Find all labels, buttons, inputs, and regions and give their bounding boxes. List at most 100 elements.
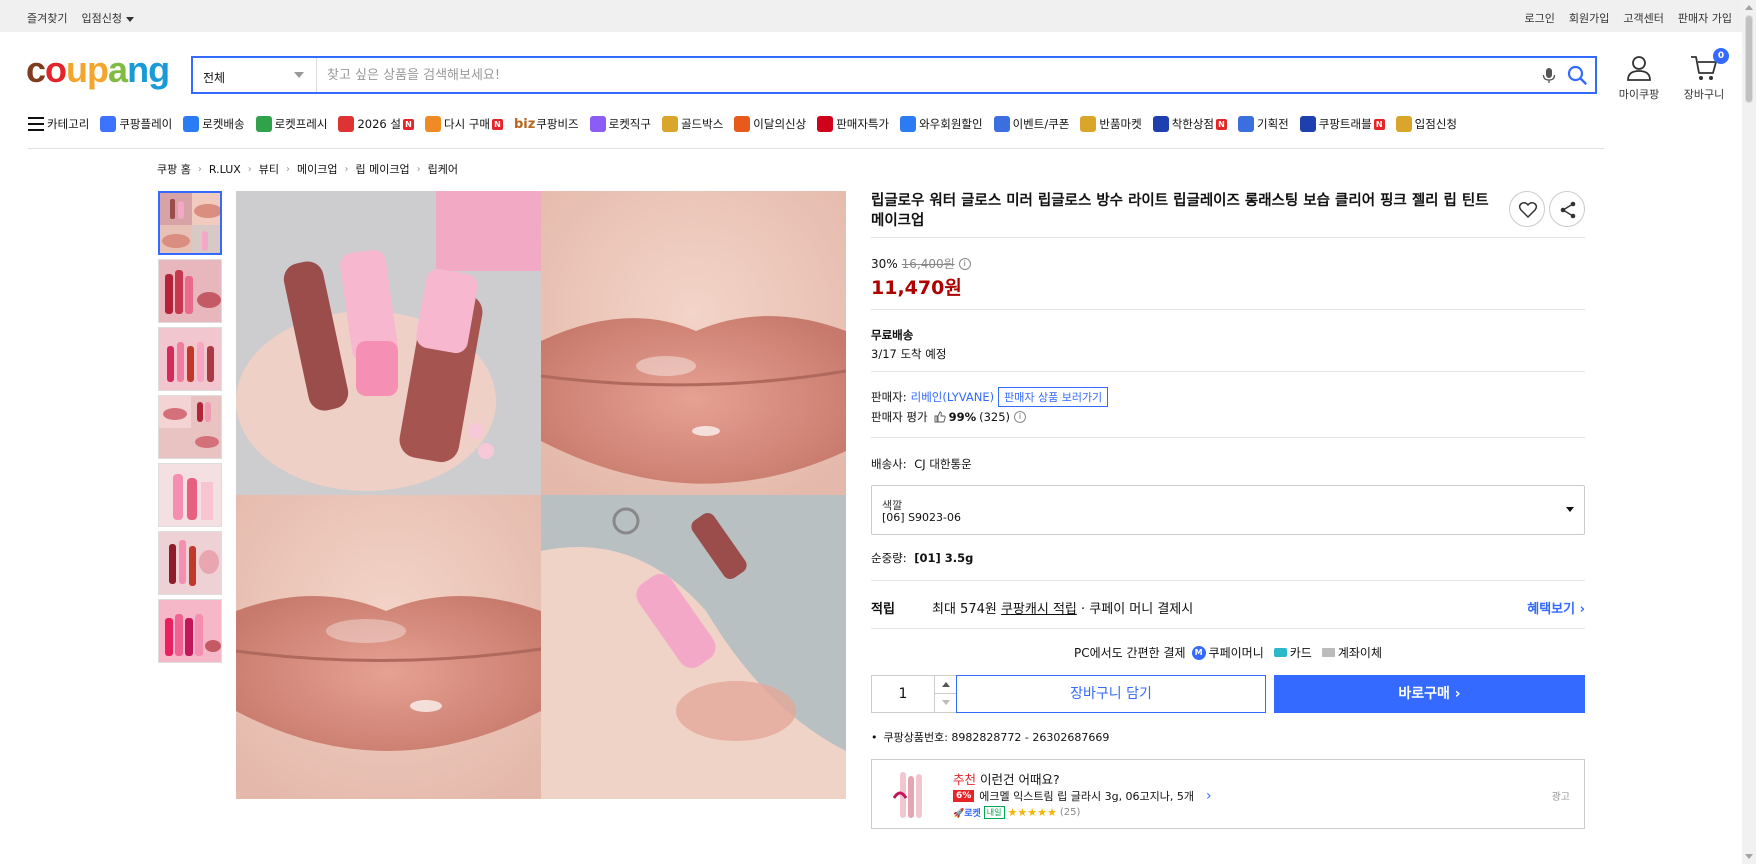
nav-item-11[interactable]: 와우회원할인 [900, 116, 983, 132]
search-category-select[interactable]: 전체 [193, 58, 317, 92]
travel-icon [1299, 116, 1316, 132]
ad-discount-badge: 6% [953, 790, 975, 802]
chevron-right-icon[interactable]: › [1206, 788, 1212, 804]
quantity-decrease-button[interactable] [934, 694, 956, 712]
seller-apply-menu[interactable]: 입점신청 [81, 10, 134, 26]
buy-now-button[interactable]: 바로구매 › [1274, 675, 1585, 713]
thumbnail-2[interactable] [158, 259, 222, 323]
ad-product-name[interactable]: 에크멜 익스트림 립 글라시 3g, 06고지나, 5개 [979, 788, 1194, 804]
recommendation-ad[interactable]: 추천 이런건 어때요? 6% 에크멜 익스트림 립 글라시 3g, 06고지나,… [871, 759, 1585, 829]
quantity-value[interactable]: 1 [872, 676, 934, 712]
scroll-up-arrow[interactable] [1745, 5, 1753, 10]
nav-item-9[interactable]: 이달의신상 [734, 116, 806, 132]
thumbnail-3[interactable] [158, 327, 222, 391]
login-link[interactable]: 로그인 [1525, 10, 1555, 26]
breadcrumb-item[interactable]: 쿠팡 홈 [157, 161, 191, 177]
thumbnail-1[interactable] [158, 191, 222, 255]
ad-label: 광고 [1551, 792, 1570, 803]
nav-item-3[interactable]: 로켓프레시 [255, 116, 328, 132]
microphone-icon[interactable] [1540, 66, 1558, 84]
breadcrumb-item[interactable]: 메이크업 [297, 161, 337, 177]
search-input[interactable] [327, 64, 1527, 86]
nav-item-17[interactable]: 입점신청 [1395, 116, 1457, 132]
breadcrumb-item[interactable]: R.LUX [209, 163, 241, 176]
nav-item-14[interactable]: 착한상점 N [1152, 116, 1228, 132]
nav-item-label: 입점신청 [1414, 117, 1457, 131]
coupang-cash-link[interactable]: 쿠팡캐시 적립 [1001, 602, 1077, 617]
bookmark-link[interactable]: 즐겨찾기 [27, 10, 67, 26]
seller-products-link[interactable]: 판매자 상품 보러가기 [998, 387, 1109, 407]
logo-letter: c [26, 49, 46, 90]
wishlist-button[interactable] [1509, 191, 1545, 227]
share-button[interactable] [1549, 191, 1585, 227]
thumbnail-6[interactable] [158, 531, 222, 595]
nav-item-label: 착한상점 [1171, 117, 1215, 131]
thumbnail-7[interactable] [158, 599, 222, 663]
nav-item-6[interactable]: biz 쿠팡비즈 [514, 116, 579, 132]
nav-item-15[interactable]: 기획전 [1238, 116, 1289, 132]
ad-title-rest: 이런건 어때요? [976, 772, 1060, 787]
nav-item-5[interactable]: 다시 구매 N [424, 116, 503, 132]
lip-product-thumbnail [159, 600, 221, 662]
nav-item-0[interactable]: 카테고리 [28, 116, 89, 132]
nav-item-10[interactable]: 판매자특가 [817, 116, 889, 132]
nav-divider [28, 148, 1604, 149]
shipping-eta: 3/17 도착 예정 [871, 347, 947, 361]
nav-item-2[interactable]: 로켓배송 [183, 116, 245, 132]
main-product-image[interactable] [236, 191, 846, 799]
nav-item-7[interactable]: 로켓직구 [589, 116, 651, 132]
nav-item-1[interactable]: 쿠팡플레이 [100, 116, 172, 132]
nav-item-13[interactable]: 반품마켓 [1080, 116, 1142, 132]
seller-signup-link[interactable]: 판매자 가입 [1678, 10, 1732, 26]
cart-count-badge: 0 [1713, 48, 1729, 64]
ad-recommend-label: 추천 [953, 772, 977, 787]
breadcrumb-item[interactable]: 립 메이크업 [356, 161, 410, 177]
coupang-logo[interactable]: coupang [26, 49, 170, 90]
option-value: [06] S9023-06 [882, 511, 962, 524]
breadcrumb-item[interactable]: 뷰티 [259, 161, 279, 177]
logo-letter: o [45, 49, 67, 90]
divider [871, 371, 1585, 372]
add-to-cart-button[interactable]: 장바구니 담기 [956, 675, 1266, 713]
market-icon [1080, 116, 1097, 132]
rocket-fresh-icon [255, 116, 272, 132]
customer-center-link[interactable]: 고객센터 [1623, 10, 1663, 26]
scroll-down-arrow[interactable] [1745, 854, 1753, 859]
percent-icon [817, 116, 834, 132]
thumbnail-4[interactable] [158, 395, 222, 459]
info-icon[interactable]: i [1014, 411, 1027, 423]
mycoupang-button[interactable]: 마이쿠팡 [1611, 54, 1667, 102]
seller-label: 판매자: [871, 390, 907, 404]
quantity-increase-button[interactable] [934, 676, 956, 694]
nav-item-8[interactable]: 골드박스 [661, 116, 724, 132]
card-label: 카드 [1289, 646, 1312, 660]
color-option-select[interactable]: 색깔 [06] S9023-06 [871, 485, 1585, 535]
original-price: 16,400원 [901, 257, 955, 271]
nav-item-label: 로켓프레시 [274, 117, 328, 131]
vertical-scrollbar[interactable] [1742, 0, 1756, 864]
nav-item-label: 이달의신상 [753, 117, 807, 131]
nav-item-4[interactable]: 2026 설N [338, 116, 414, 132]
scroll-thumb[interactable] [1745, 15, 1753, 103]
tomorrow-badge: 내일 [983, 806, 1005, 819]
benefits-link[interactable]: 혜택보기 › [1527, 598, 1585, 617]
nav-item-16[interactable]: 쿠팡트래블 N [1299, 116, 1385, 132]
thumbnail-5[interactable] [158, 463, 222, 527]
chevron-right-icon: › [197, 163, 202, 175]
ad-title: 추천 이런건 어때요? [953, 769, 1060, 788]
seller-name-link[interactable]: 리베인(LYVANE) [911, 389, 994, 405]
signup-link[interactable]: 회원가입 [1569, 10, 1609, 26]
reward-condition: · 쿠페이 머니 결제시 [1081, 602, 1194, 617]
cart-button[interactable]: 0 장바구니 [1676, 48, 1732, 102]
breadcrumb-item[interactable]: 립케어 [428, 161, 458, 177]
logo-letter: a [108, 49, 128, 90]
logo-letter: u [66, 49, 88, 90]
new-badge: N [1373, 118, 1385, 130]
nav-item-12[interactable]: 이벤트/쿠폰 [993, 116, 1069, 132]
quantity-stepper: 1 [871, 675, 957, 713]
info-icon[interactable]: i [958, 257, 971, 270]
seller-rating-label: 판매자 평가 [871, 410, 928, 424]
lip-product-thumbnail [159, 260, 221, 322]
search-icon[interactable] [1566, 64, 1588, 86]
nav-item-label: 골드박스 [680, 117, 724, 131]
